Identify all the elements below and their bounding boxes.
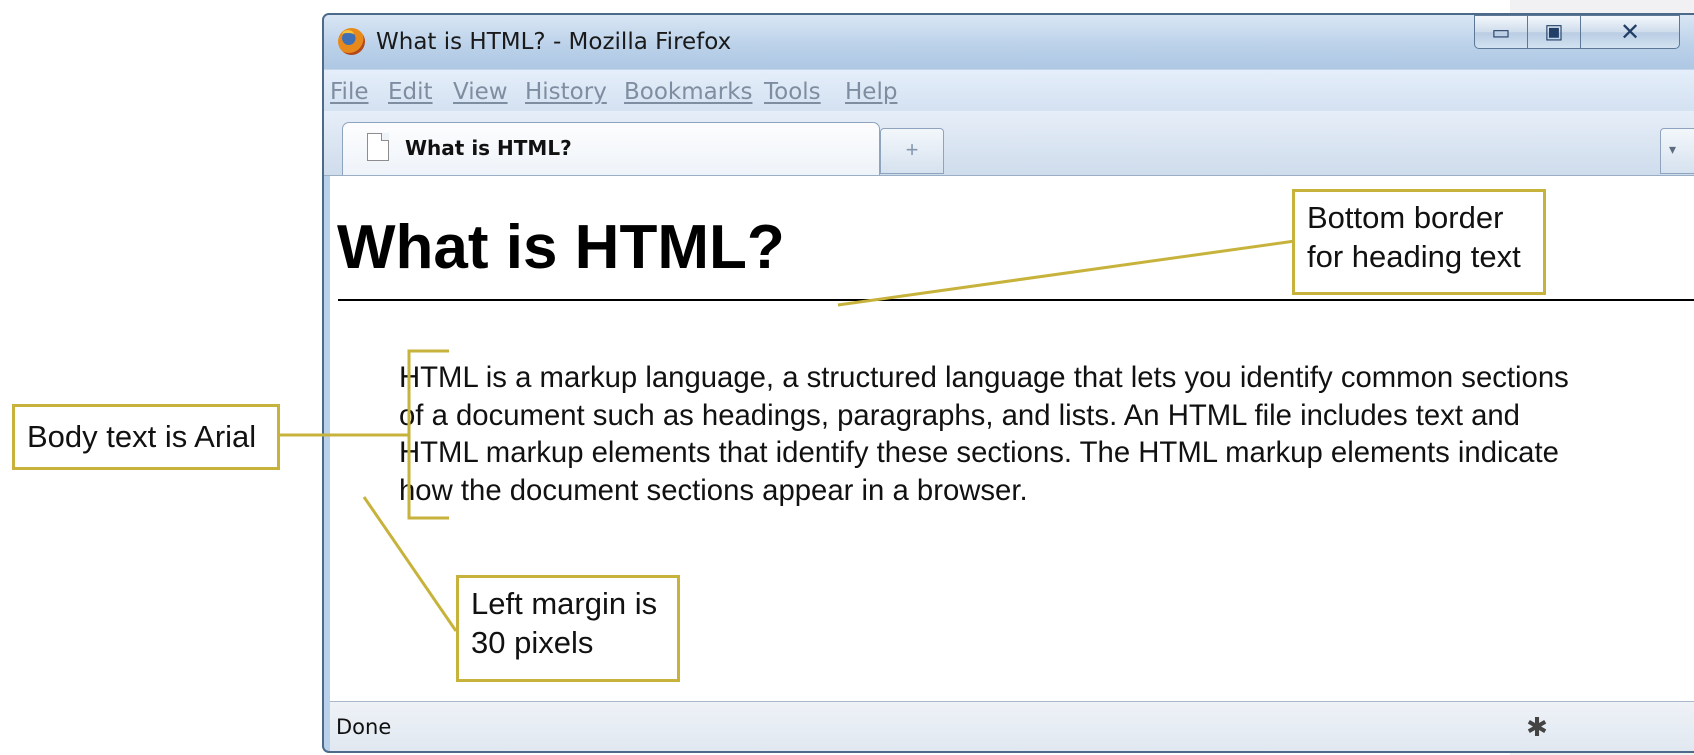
menu-edit[interactable]: Edit [388, 79, 433, 105]
window-title: What is HTML? - Mozilla Firefox [376, 29, 732, 55]
menu-bookmarks[interactable]: Bookmarks [624, 79, 753, 105]
menu-view[interactable]: View [453, 79, 508, 105]
heading-bottom-border [338, 299, 1694, 301]
title-bar[interactable]: What is HTML? - Mozilla Firefox ▭ ▣ ✕ [324, 15, 1694, 69]
status-text: Done [336, 715, 392, 739]
tab-label: What is HTML? [405, 136, 572, 160]
minimize-button[interactable]: ▭ [1474, 15, 1528, 49]
document-icon [367, 133, 389, 161]
body-paragraph: HTML is a markup language, a structured … [399, 361, 1569, 507]
menu-bar: File Edit View History Bookmarks Tools H… [324, 69, 1694, 112]
callout-body-text: Body text is Arial [12, 404, 280, 470]
maximize-button[interactable]: ▣ [1527, 15, 1581, 49]
close-icon: ✕ [1619, 19, 1641, 46]
menu-file[interactable]: File [330, 79, 369, 105]
tab-what-is-html[interactable]: What is HTML? [342, 122, 880, 175]
plus-icon: + [905, 137, 919, 162]
menu-tools[interactable]: Tools [764, 79, 821, 105]
chevron-down-icon: ▾ [1669, 141, 1677, 157]
menu-history[interactable]: History [525, 79, 607, 105]
new-tab-button[interactable]: + [880, 128, 944, 174]
callout-bottom-border: Bottom border for heading text [1292, 189, 1546, 295]
close-button[interactable]: ✕ [1580, 15, 1680, 49]
firefox-icon [338, 28, 365, 55]
tab-list-button[interactable]: ▾ [1660, 128, 1694, 174]
tab-bar: What is HTML? + ▾ [324, 111, 1694, 176]
bug-icon[interactable]: ✱ [1520, 710, 1554, 744]
callout-left-margin: Left margin is 30 pixels [456, 575, 680, 682]
page-heading: What is HTML? [337, 213, 785, 282]
maximize-icon: ▣ [1544, 21, 1564, 43]
minimize-icon: ▭ [1491, 22, 1511, 44]
status-bar: Done ✱ [330, 701, 1694, 751]
menu-help[interactable]: Help [845, 79, 897, 105]
